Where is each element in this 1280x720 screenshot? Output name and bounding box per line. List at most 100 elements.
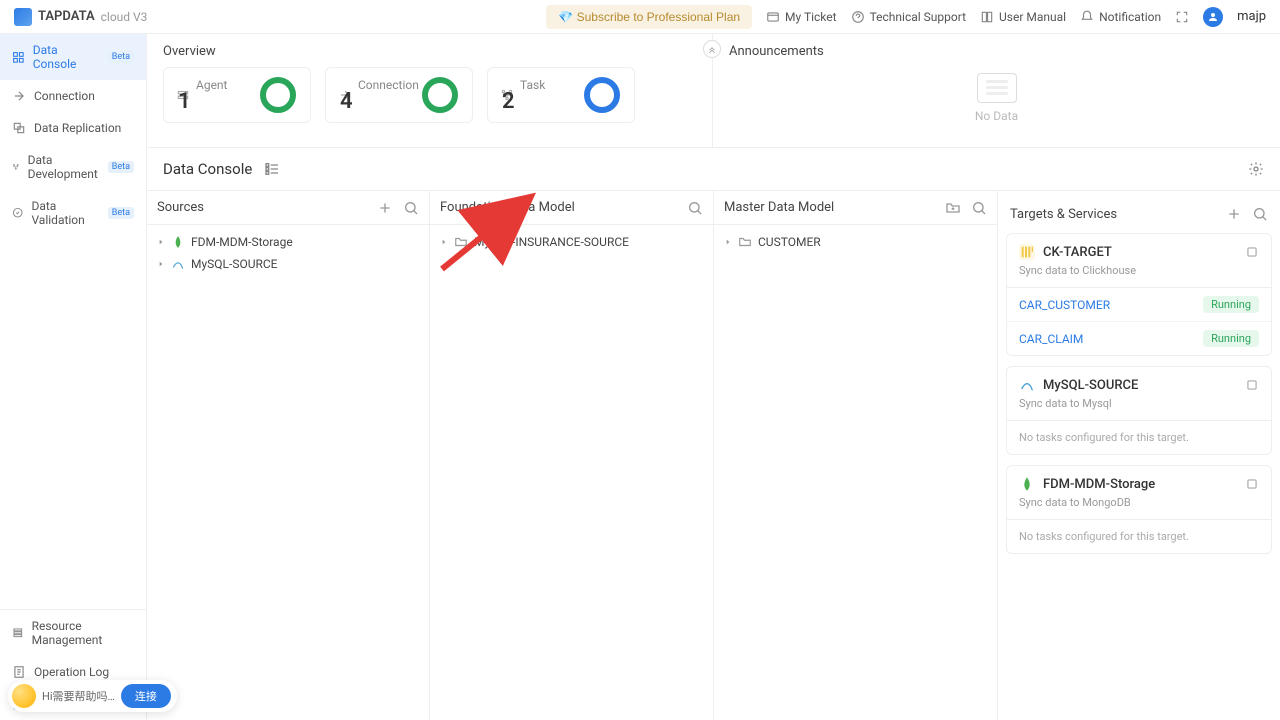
tree-item-mysql-source[interactable]: MySQL-SOURCE [155, 253, 421, 275]
sources-column: Sources FDM-MDM-Storage M [147, 191, 430, 720]
log-icon [12, 665, 26, 679]
clickhouse-icon [1019, 244, 1035, 260]
replication-icon [12, 121, 26, 135]
caret-icon [440, 238, 448, 246]
sidebar-label: Data Development [28, 153, 98, 181]
donut-chart-icon [258, 75, 298, 115]
task-link[interactable]: CAR_CLAIM [1019, 332, 1083, 346]
new-folder-button[interactable] [945, 200, 961, 216]
foundation-column: Foundation Data Model MySQL-INSURANCE-SO… [430, 191, 714, 720]
target-subtitle: Sync data to Clickhouse [1007, 264, 1271, 287]
logo-icon [14, 8, 32, 26]
tree-item-insurance[interactable]: MySQL-INSURANCE-SOURCE [438, 231, 705, 253]
sources-header: Sources [147, 191, 429, 225]
sidebar-item-replication[interactable]: Data Replication [0, 112, 146, 144]
search-master-button[interactable] [971, 200, 987, 216]
chat-text: Hi需要帮助吗… [42, 688, 115, 704]
target-subtitle: Sync data to MongoDB [1007, 496, 1271, 519]
sidebar-label: Operation Log [34, 665, 109, 679]
status-badge: Running [1203, 296, 1259, 313]
target-title: CK-TARGET [1043, 245, 1112, 260]
target-menu-icon[interactable] [1245, 245, 1259, 259]
search-targets-button[interactable] [1252, 206, 1268, 222]
settings-icon[interactable] [1248, 161, 1264, 177]
tree-item-fdm-storage[interactable]: FDM-MDM-Storage [155, 231, 421, 253]
announcements-panel: Announcements No Data [712, 34, 1280, 147]
console-icon [12, 50, 25, 64]
targets-title: Targets & Services [1010, 207, 1117, 222]
beta-badge: Beta [108, 51, 134, 63]
username-label[interactable]: majp [1237, 9, 1266, 24]
notification-label: Notification [1099, 10, 1161, 24]
version-label: cloud V3 [101, 10, 148, 24]
development-icon [12, 160, 20, 174]
add-source-button[interactable] [377, 200, 393, 216]
notification-link[interactable]: Notification [1080, 10, 1161, 24]
sidebar-label: Data Replication [34, 121, 121, 135]
target-menu-icon[interactable] [1245, 477, 1259, 491]
ticket-icon [766, 10, 780, 24]
sidebar-label: Resource Management [32, 619, 134, 647]
resource-icon [12, 626, 24, 640]
collapse-button[interactable] [703, 40, 721, 58]
task-row: CAR_CUSTOMER Running [1007, 288, 1271, 322]
caret-icon [157, 260, 165, 268]
logo-text: TAPDATA [38, 9, 95, 24]
chat-widget[interactable]: Hi需要帮助吗… 连接 [8, 680, 177, 712]
avatar-icon[interactable] [1203, 7, 1223, 27]
validation-icon [12, 206, 23, 220]
sidebar-label: Data Console [33, 43, 98, 71]
mysql-icon [1019, 377, 1035, 393]
sidebar-label: Connection [34, 89, 95, 103]
chat-connect-button[interactable]: 连接 [121, 684, 171, 708]
search-foundation-button[interactable] [687, 200, 703, 216]
no-data-placeholder: No Data [729, 59, 1264, 137]
beta-badge: Beta [108, 161, 134, 173]
no-data-label: No Data [975, 109, 1018, 123]
master-tree: CUSTOMER [714, 225, 997, 259]
add-target-button[interactable] [1226, 206, 1242, 222]
tree-item-customer[interactable]: CUSTOMER [722, 231, 989, 253]
target-menu-icon[interactable] [1245, 378, 1259, 392]
stat-card-task[interactable]: Task 2 [487, 67, 635, 123]
target-card-mysql: MySQL-SOURCE Sync data to Mysql No tasks… [1006, 366, 1272, 455]
tree-label: MySQL-SOURCE [191, 257, 278, 271]
task-link[interactable]: CAR_CUSTOMER [1019, 298, 1110, 312]
announcements-title: Announcements [729, 44, 1264, 59]
chat-avatar-icon [12, 684, 36, 708]
logo[interactable]: TAPDATA [14, 8, 95, 26]
manual-label: User Manual [999, 10, 1066, 24]
stat-value: 1 [178, 89, 191, 114]
sidebar-item-validation[interactable]: Data Validation Beta [0, 190, 146, 236]
tree-label: FDM-MDM-Storage [191, 235, 293, 249]
master-title: Master Data Model [724, 200, 834, 215]
support-link[interactable]: Technical Support [851, 10, 966, 24]
support-icon [851, 10, 865, 24]
main-content: Overview Agent 1 Connection 4 [147, 34, 1280, 720]
sidebar-item-connection[interactable]: Connection [0, 80, 146, 112]
empty-icon [977, 73, 1017, 103]
sources-title: Sources [157, 200, 204, 215]
tree-label: CUSTOMER [758, 235, 821, 249]
fullscreen-icon[interactable] [1175, 10, 1189, 24]
sidebar-item-resource[interactable]: Resource Management [0, 610, 146, 656]
connection-icon [12, 89, 26, 103]
mysql-icon [171, 257, 185, 271]
sidebar: Data Console Beta Connection Data Replic… [0, 34, 147, 720]
sidebar-item-data-console[interactable]: Data Console Beta [0, 34, 146, 80]
my-ticket-link[interactable]: My Ticket [766, 10, 837, 24]
search-sources-button[interactable] [403, 200, 419, 216]
target-card-fdm: FDM-MDM-Storage Sync data to MongoDB No … [1006, 465, 1272, 554]
chevron-up-icon [707, 44, 717, 54]
caret-icon [157, 238, 165, 246]
support-label: Technical Support [870, 10, 966, 24]
subscribe-button[interactable]: 💎 Subscribe to Professional Plan [546, 5, 752, 29]
stat-card-connection[interactable]: Connection 4 [325, 67, 473, 123]
list-view-icon[interactable] [264, 161, 280, 177]
top-header: TAPDATA cloud V3 💎 Subscribe to Professi… [0, 0, 1280, 34]
folder-icon [454, 235, 468, 249]
stat-card-agent[interactable]: Agent 1 [163, 67, 311, 123]
sidebar-item-development[interactable]: Data Development Beta [0, 144, 146, 190]
mongo-icon [1019, 476, 1035, 492]
manual-link[interactable]: User Manual [980, 10, 1066, 24]
